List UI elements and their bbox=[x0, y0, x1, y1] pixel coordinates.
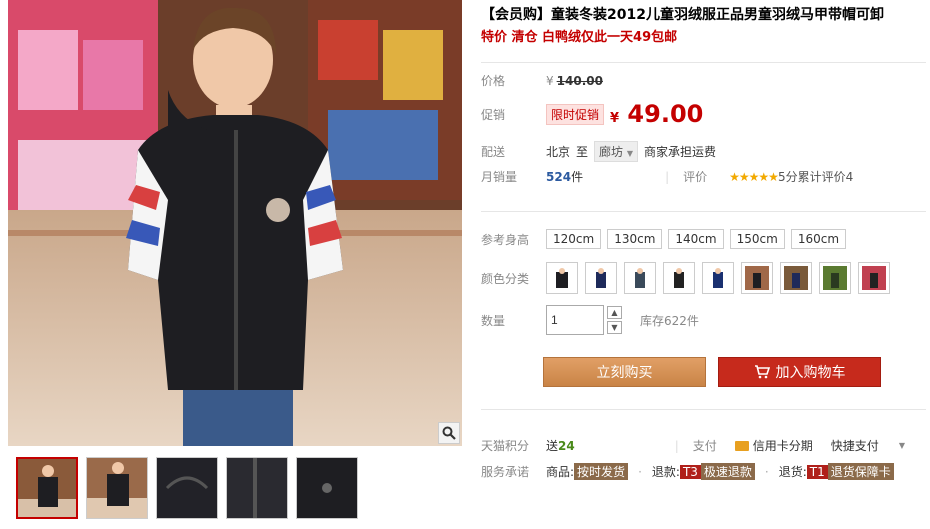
shipping-note: 商家承担运费 bbox=[644, 145, 717, 159]
add-to-cart-label: 加入购物车 bbox=[775, 365, 846, 381]
color-label: 颜色分类 bbox=[481, 271, 530, 286]
sales-count: 524 bbox=[546, 169, 572, 184]
quantity-input[interactable] bbox=[546, 305, 604, 335]
points-row: 天猫积分 送 24 | 支付 信用卡分期 快捷支付 ▼ bbox=[481, 437, 905, 454]
rating-label: 评价 bbox=[683, 170, 708, 184]
thumbnail-4[interactable] bbox=[226, 457, 288, 519]
sale-value: 49.00 bbox=[627, 100, 704, 128]
thumbnail-strip bbox=[16, 457, 358, 519]
price-currency: ¥ bbox=[546, 73, 554, 88]
thumbnail-1[interactable] bbox=[16, 457, 78, 519]
height-option-130[interactable]: 130cm bbox=[607, 229, 663, 249]
rating-text[interactable]: 5分累计评价4 bbox=[778, 168, 853, 185]
increase-button[interactable]: ▲ bbox=[607, 306, 622, 319]
divider bbox=[481, 62, 926, 63]
caret-down-icon: ▼ bbox=[626, 149, 634, 158]
color-row: 颜色分类 bbox=[481, 262, 897, 294]
product-photo-illustration bbox=[8, 0, 462, 446]
color-option-9[interactable] bbox=[858, 262, 890, 294]
height-row: 参考身高 120cm 130cm 140cm 150cm 160cm bbox=[481, 229, 852, 249]
separator: · bbox=[764, 464, 769, 479]
divider bbox=[481, 409, 926, 410]
color-option-4[interactable] bbox=[663, 262, 695, 294]
credit-card-icon bbox=[734, 440, 749, 451]
points-label: 天猫积分 bbox=[481, 439, 530, 453]
shipping-row: 配送 北京 至 廊坊 ▼ 商家承担运费 bbox=[481, 141, 716, 162]
color-option-7[interactable] bbox=[780, 262, 812, 294]
color-option-1[interactable] bbox=[546, 262, 578, 294]
service-label: 服务承诺 bbox=[481, 465, 530, 479]
buy-now-button[interactable]: 立刻购买 bbox=[543, 357, 706, 387]
service-return-tag[interactable]: 退货保障卡 bbox=[827, 463, 894, 480]
shipping-from: 北京 bbox=[546, 145, 571, 159]
divider bbox=[481, 211, 926, 212]
sale-badge: 限时促销 bbox=[546, 103, 605, 125]
destination-city: 廊坊 bbox=[599, 145, 624, 159]
caret-down-icon[interactable]: ▼ bbox=[899, 441, 905, 450]
color-option-3[interactable] bbox=[624, 262, 656, 294]
service-refund-tag[interactable]: 极速退款 bbox=[700, 463, 755, 480]
price-row: 价格 ¥ 140.00 bbox=[481, 72, 603, 89]
refund-code-badge: T3 bbox=[679, 464, 701, 479]
service-goods-tag[interactable]: 按时发货 bbox=[574, 463, 629, 480]
promo-line: 特价 清仓 白鸭绒仅此一天49包邮 bbox=[481, 30, 678, 45]
height-option-160[interactable]: 160cm bbox=[790, 229, 847, 249]
color-option-2[interactable] bbox=[585, 262, 617, 294]
sales-unit: 件 bbox=[571, 170, 584, 184]
sale-label: 促销 bbox=[481, 107, 506, 122]
separator: · bbox=[638, 464, 642, 479]
height-option-140[interactable]: 140cm bbox=[668, 229, 724, 249]
decrease-button[interactable]: ▼ bbox=[607, 321, 622, 334]
zoom-button[interactable] bbox=[438, 422, 460, 444]
sales-row: 月销量 524 件 | 评价 ★★★★★ 5分累计评价4 bbox=[481, 168, 853, 185]
product-title: 【会员购】童装冬装2012儿童羽绒服正品男童羽绒马甲带帽可卸 bbox=[481, 7, 884, 23]
thumbnail-2[interactable] bbox=[86, 457, 148, 519]
sale-price: ¥ 49.00 bbox=[610, 100, 703, 128]
original-price: 140.00 bbox=[556, 73, 603, 88]
quick-pay[interactable]: 快捷支付 bbox=[831, 437, 879, 454]
quantity-label: 数量 bbox=[481, 313, 506, 328]
quantity-stepper: ▲ ▼ bbox=[607, 306, 622, 334]
height-label: 参考身高 bbox=[481, 232, 530, 247]
points-value: 24 bbox=[558, 438, 575, 453]
credit-installment[interactable]: 信用卡分期 bbox=[753, 437, 813, 454]
sale-currency: ¥ bbox=[610, 111, 620, 126]
color-option-8[interactable] bbox=[819, 262, 851, 294]
destination-select[interactable]: 廊坊 ▼ bbox=[594, 141, 639, 162]
cart-icon bbox=[754, 365, 770, 379]
color-option-6[interactable] bbox=[741, 262, 773, 294]
divider: | bbox=[674, 438, 679, 453]
points-send: 送 bbox=[546, 439, 559, 453]
product-info: 【会员购】童装冬装2012儿童羽绒服正品男童羽绒马甲带帽可卸 特价 清仓 白鸭绒… bbox=[481, 6, 926, 47]
rating-stars: ★★★★★ bbox=[729, 169, 779, 184]
magnifier-icon bbox=[442, 426, 456, 440]
color-option-5[interactable] bbox=[702, 262, 734, 294]
pay-label: 支付 bbox=[692, 439, 717, 453]
stock-text: 库存622件 bbox=[640, 313, 699, 328]
shipping-label: 配送 bbox=[481, 145, 506, 159]
buy-now-label: 立刻购买 bbox=[596, 365, 653, 381]
add-to-cart-button[interactable]: 加入购物车 bbox=[718, 357, 881, 387]
return-code-badge: T1 bbox=[806, 464, 828, 479]
height-option-120[interactable]: 120cm bbox=[546, 229, 602, 249]
service-goods: 商品: bbox=[546, 465, 575, 479]
main-product-image[interactable] bbox=[8, 0, 462, 446]
price-label: 价格 bbox=[481, 74, 506, 88]
divider: | bbox=[665, 169, 670, 184]
quantity-row: 数量 ▲ ▼ 库存622件 bbox=[481, 305, 699, 335]
thumbnail-5[interactable] bbox=[296, 457, 358, 519]
height-option-150[interactable]: 150cm bbox=[729, 229, 785, 249]
service-refund: 退款: bbox=[651, 465, 680, 479]
service-row: 服务承诺 商品: 按时发货 · 退款: T3 极速退款 · 退货: T1 退货保… bbox=[481, 463, 894, 480]
sales-label: 月销量 bbox=[481, 170, 518, 184]
sale-row: 促销 限时促销 ¥ 49.00 bbox=[481, 100, 703, 128]
service-return: 退货: bbox=[778, 465, 807, 479]
thumbnail-3[interactable] bbox=[156, 457, 218, 519]
shipping-to-word: 至 bbox=[576, 145, 589, 159]
